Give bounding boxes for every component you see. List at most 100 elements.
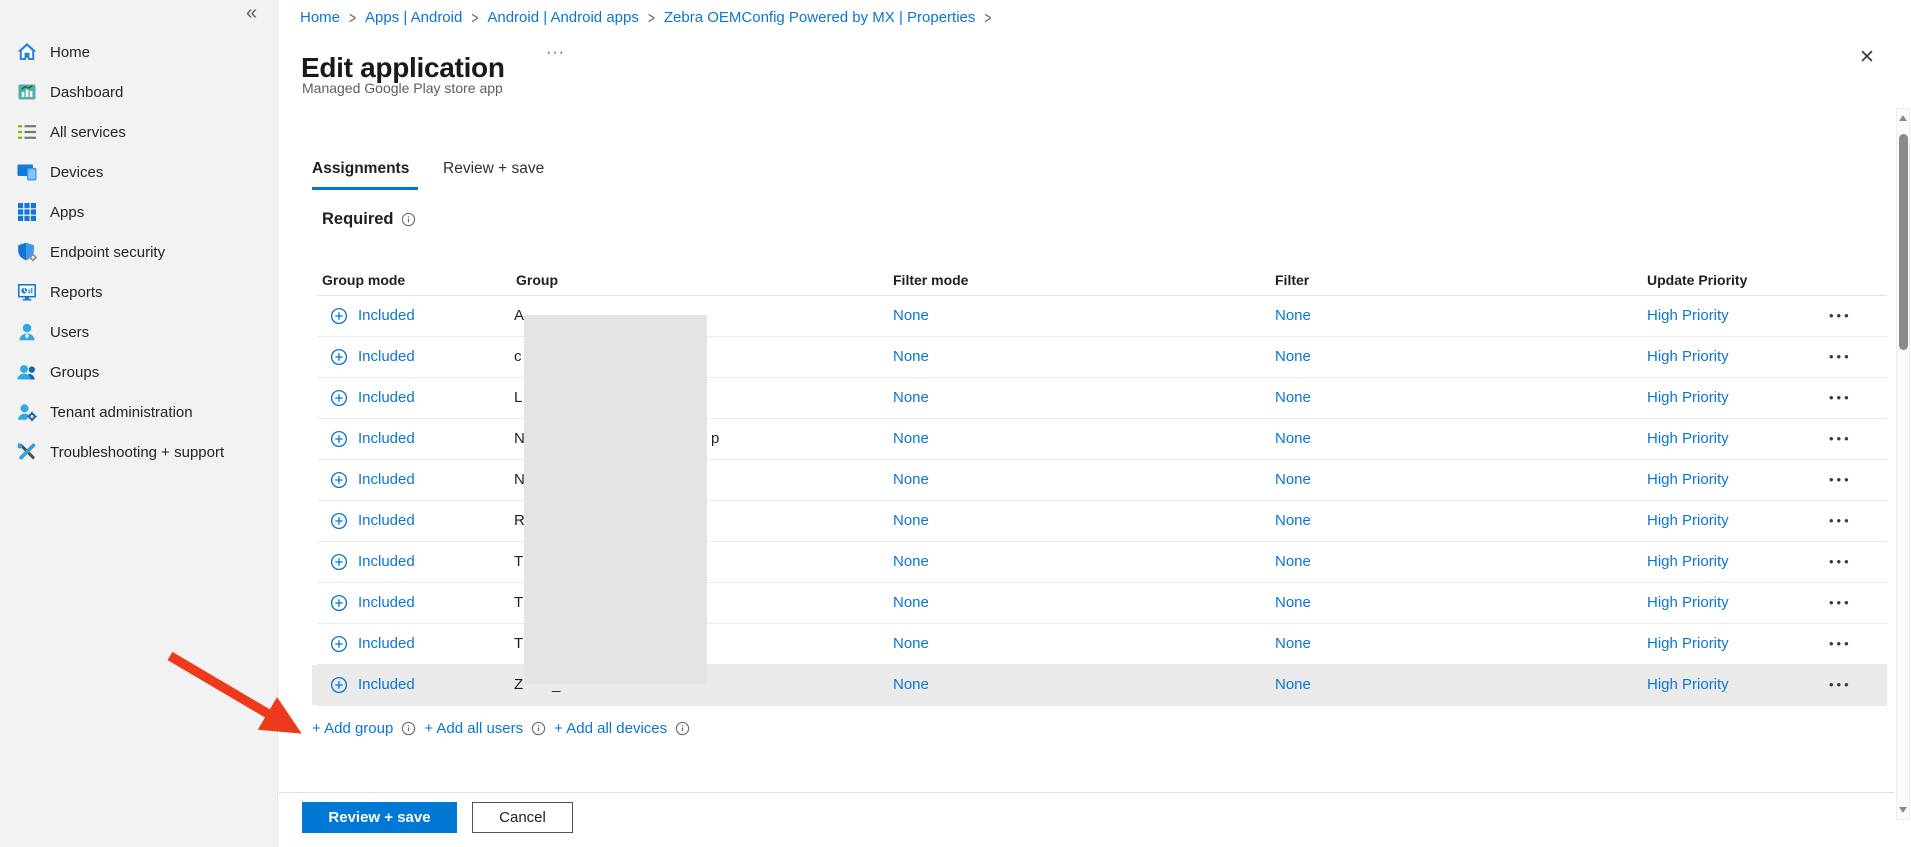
sidebar-item-reports[interactable]: Reports [0, 272, 277, 312]
filter-mode-link[interactable]: None [893, 378, 929, 418]
row-context-menu-icon[interactable]: ••• [1829, 296, 1852, 336]
groups-icon [15, 360, 39, 384]
scroll-up-icon[interactable] [1899, 115, 1907, 121]
page-title: Edit application [301, 52, 505, 84]
sidebar-item-users[interactable]: Users [0, 312, 277, 352]
sidebar-item-home[interactable]: Home [0, 32, 277, 72]
filter-mode-link[interactable]: None [893, 542, 929, 582]
users-icon [15, 320, 39, 344]
plus-circle-icon [330, 471, 348, 489]
update-priority-link[interactable]: High Priority [1647, 337, 1729, 377]
sidebar-item-devices[interactable]: Devices [0, 152, 277, 192]
update-priority-link[interactable]: High Priority [1647, 419, 1729, 459]
sidebar-item-endpoint-security[interactable]: Endpoint security [0, 232, 277, 272]
tab-review-save[interactable]: Review + save [443, 160, 544, 178]
assignment-actions: + Add group + Add all users + Add all de… [312, 720, 690, 737]
filter-link[interactable]: None [1275, 583, 1311, 623]
all-services-icon [15, 120, 39, 144]
row-context-menu-icon[interactable]: ••• [1829, 624, 1852, 664]
group-mode-included-link[interactable]: Included [358, 501, 415, 541]
group-mode-included-link[interactable]: Included [358, 624, 415, 664]
filter-link[interactable]: None [1275, 460, 1311, 500]
filter-mode-link[interactable]: None [893, 460, 929, 500]
sidebar-item-troubleshooting-support[interactable]: Troubleshooting + support [0, 432, 277, 472]
filter-link[interactable]: None [1275, 337, 1311, 377]
sidebar-item-tenant-administration[interactable]: Tenant administration [0, 392, 277, 432]
filter-link[interactable]: None [1275, 419, 1311, 459]
row-context-menu-icon[interactable]: ••• [1829, 337, 1852, 377]
sidebar-item-groups[interactable]: Groups [0, 352, 277, 392]
update-priority-link[interactable]: High Priority [1647, 501, 1729, 541]
tab-assignments[interactable]: Assignments [312, 160, 409, 178]
row-context-menu-icon[interactable]: ••• [1829, 378, 1852, 418]
row-context-menu-icon[interactable]: ••• [1829, 665, 1852, 705]
filter-link[interactable]: None [1275, 378, 1311, 418]
sidebar-item-label: Apps [50, 204, 84, 221]
breadcrumb-link[interactable]: Home [300, 9, 340, 26]
filter-mode-link[interactable]: None [893, 624, 929, 664]
group-mode-included-link[interactable]: Included [358, 665, 415, 705]
scrollbar-thumb[interactable] [1899, 134, 1908, 350]
filter-mode-link[interactable]: None [893, 337, 929, 377]
more-options-icon[interactable]: ··· [546, 44, 565, 62]
row-context-menu-icon[interactable]: ••• [1829, 501, 1852, 541]
column-header-filter-mode: Filter mode [893, 272, 968, 288]
filter-mode-link[interactable]: None [893, 583, 929, 623]
row-context-menu-icon[interactable]: ••• [1829, 583, 1852, 623]
filter-mode-link[interactable]: None [893, 501, 929, 541]
group-mode-included-link[interactable]: Included [358, 419, 415, 459]
sidebar-item-apps[interactable]: Apps [0, 192, 277, 232]
update-priority-link[interactable]: High Priority [1647, 583, 1729, 623]
dashboard-icon [15, 80, 39, 104]
active-tab-underline [312, 187, 418, 190]
cancel-button[interactable]: Cancel [472, 802, 573, 833]
filter-mode-link[interactable]: None [893, 296, 929, 336]
breadcrumb-separator-icon: > [349, 8, 356, 28]
apps-icon [15, 200, 39, 224]
group-mode-included-link[interactable]: Included [358, 337, 415, 377]
add-group-link[interactable]: + Add group [312, 720, 393, 737]
sidebar-item-all-services[interactable]: All services [0, 112, 277, 152]
row-context-menu-icon[interactable]: ••• [1829, 542, 1852, 582]
group-mode-included-link[interactable]: Included [358, 378, 415, 418]
info-icon[interactable] [675, 721, 690, 736]
info-icon[interactable] [401, 721, 416, 736]
filter-link[interactable]: None [1275, 296, 1311, 336]
update-priority-link[interactable]: High Priority [1647, 665, 1729, 705]
sidebar-nav: HomeDashboardAll servicesDevices Apps Endp… [0, 32, 277, 472]
filter-link[interactable]: None [1275, 624, 1311, 664]
column-header-group-mode: Group mode [322, 272, 405, 288]
info-icon[interactable] [531, 721, 546, 736]
sidebar-collapse-icon[interactable]: « [246, 2, 257, 24]
sidebar-item-label: Troubleshooting + support [50, 444, 224, 461]
sidebar-item-label: Reports [50, 284, 103, 301]
update-priority-link[interactable]: High Priority [1647, 624, 1729, 664]
update-priority-link[interactable]: High Priority [1647, 296, 1729, 336]
breadcrumb-link[interactable]: Apps | Android [365, 9, 462, 26]
add-all-devices-link[interactable]: + Add all devices [554, 720, 667, 737]
row-context-menu-icon[interactable]: ••• [1829, 460, 1852, 500]
filter-link[interactable]: None [1275, 501, 1311, 541]
filter-mode-link[interactable]: None [893, 665, 929, 705]
vertical-scrollbar[interactable] [1896, 108, 1910, 820]
group-mode-included-link[interactable]: Included [358, 460, 415, 500]
filter-link[interactable]: None [1275, 665, 1311, 705]
group-mode-included-link[interactable]: Included [358, 583, 415, 623]
update-priority-link[interactable]: High Priority [1647, 460, 1729, 500]
update-priority-link[interactable]: High Priority [1647, 542, 1729, 582]
filter-link[interactable]: None [1275, 542, 1311, 582]
close-icon[interactable]: ✕ [1852, 42, 1882, 72]
group-mode-included-link[interactable]: Included [358, 542, 415, 582]
group-mode-included-link[interactable]: Included [358, 296, 415, 336]
row-context-menu-icon[interactable]: ••• [1829, 419, 1852, 459]
sidebar-item-dashboard[interactable]: Dashboard [0, 72, 277, 112]
scroll-down-icon[interactable] [1899, 807, 1907, 813]
add-all-users-link[interactable]: + Add all users [424, 720, 523, 737]
breadcrumb-link[interactable]: Zebra OEMConfig Powered by MX | Properti… [664, 9, 976, 26]
update-priority-link[interactable]: High Priority [1647, 378, 1729, 418]
info-icon[interactable] [401, 212, 416, 227]
review-save-button[interactable]: Review + save [302, 802, 457, 833]
reports-icon [15, 280, 39, 304]
filter-mode-link[interactable]: None [893, 419, 929, 459]
breadcrumb-link[interactable]: Android | Android apps [487, 9, 639, 26]
